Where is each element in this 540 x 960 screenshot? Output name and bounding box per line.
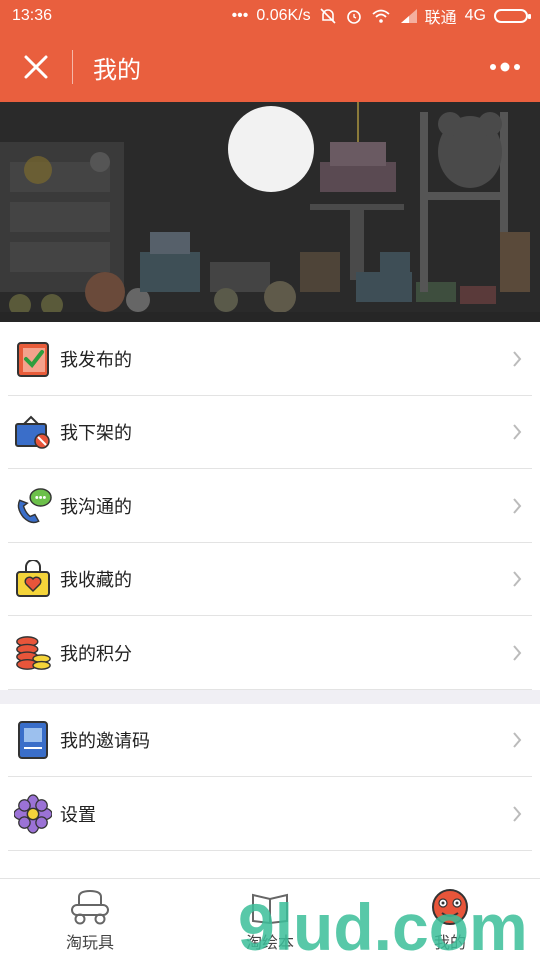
more-button[interactable]	[470, 32, 540, 102]
tab-picture-books[interactable]: 淘绘本	[180, 879, 360, 960]
menu-item-label: 设置	[60, 804, 96, 825]
chevron-right-icon	[502, 417, 532, 447]
clipboard-check-icon	[14, 340, 52, 378]
menu-item-label: 我收藏的	[60, 570, 132, 591]
coin-stack-icon	[14, 634, 52, 672]
network-speed: 0.06K/s	[256, 7, 311, 24]
bell-muted-icon	[320, 8, 336, 24]
chevron-right-icon	[502, 638, 532, 668]
status-bar: 13:36 ••• 0.06K/s 联通 4G	[0, 0, 540, 32]
menu-item-label: 我的邀请码	[60, 731, 150, 752]
menu-item-removed[interactable]: 我下架的	[0, 396, 540, 470]
menu-item-label: 我的积分	[60, 643, 132, 664]
tab-label: 淘绘本	[245, 934, 294, 952]
menu-item-points[interactable]: 我的积分	[0, 616, 540, 690]
status-indicators: ••• 0.06K/s 联通 4G	[231, 4, 531, 28]
wifi-icon	[372, 9, 390, 23]
menu-list: 我发布的 我下架的 我沟通的 我收藏的 我的积分 我的邀请码 设置	[0, 322, 540, 851]
tab-mine[interactable]: 我的	[360, 879, 540, 960]
nav-bar: 我的	[0, 32, 540, 102]
menu-item-label: 我下架的	[60, 423, 132, 444]
book-icon	[14, 721, 52, 760]
section-divider	[0, 689, 540, 704]
chevron-right-icon	[502, 564, 532, 594]
network-type: 4G	[464, 7, 486, 24]
chevron-right-icon	[502, 344, 532, 374]
close-icon	[24, 55, 48, 79]
battery-icon	[494, 9, 531, 23]
signal-icon	[400, 9, 417, 23]
more-dots-icon	[490, 62, 520, 72]
menu-item-chatted[interactable]: 我沟通的	[0, 469, 540, 543]
menu-item-favorites[interactable]: 我收藏的	[0, 543, 540, 617]
picture-book-icon	[248, 887, 292, 927]
phone-chat-icon	[14, 487, 52, 525]
nav-divider	[72, 50, 73, 84]
menu-item-published[interactable]: 我发布的	[0, 322, 540, 396]
tab-toys[interactable]: 淘玩具	[0, 879, 180, 960]
alarm-icon	[346, 10, 361, 24]
car-toy-icon	[68, 887, 112, 927]
chevron-right-icon	[502, 491, 532, 521]
tab-bar: 淘玩具 淘绘本 我的	[0, 878, 540, 960]
status-time: 13:36	[12, 7, 53, 24]
menu-item-label: 我沟通的	[60, 496, 132, 517]
avatar[interactable]	[228, 106, 314, 192]
heart-bag-icon	[14, 560, 52, 598]
gift-box-remove-icon	[14, 413, 52, 451]
carrier-name: 联通	[424, 10, 457, 27]
flower-gear-icon	[14, 794, 52, 834]
close-button[interactable]	[0, 32, 72, 102]
chevron-right-icon	[502, 725, 532, 755]
menu-item-settings[interactable]: 设置	[0, 777, 540, 851]
tab-label: 淘玩具	[65, 934, 114, 952]
tab-label: 我的	[433, 934, 466, 952]
cartoon-face-icon	[428, 887, 472, 927]
menu-item-invite-code[interactable]: 我的邀请码	[0, 704, 540, 778]
profile-banner	[0, 102, 540, 322]
menu-item-label: 我发布的	[60, 349, 132, 370]
dots-icon: •••	[231, 7, 249, 24]
page-title: 我的	[93, 56, 141, 84]
chevron-right-icon	[502, 799, 532, 829]
